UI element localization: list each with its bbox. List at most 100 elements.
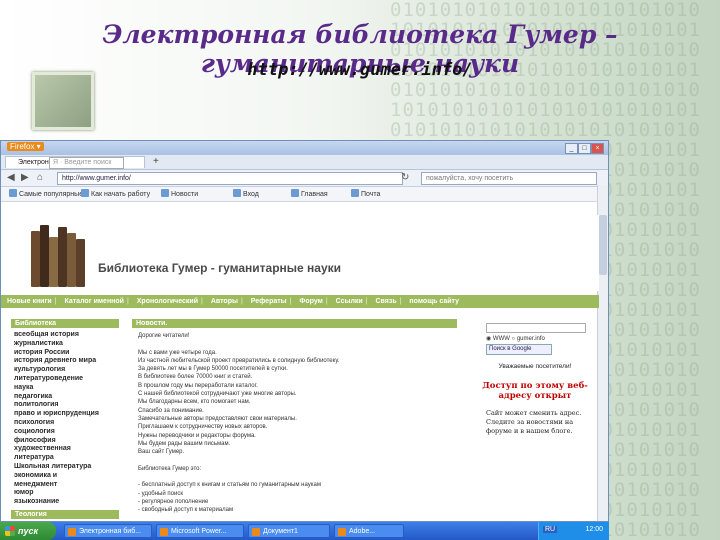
taskbar-item[interactable]: Электронная биб... [64,524,152,538]
bookmark-item[interactable]: Как начать работу [81,189,150,198]
bookmark-item[interactable]: Почта [351,189,380,198]
news-line: Ваш сайт Гумер. [138,449,185,456]
news-line [138,456,457,464]
site-banner: Библиотека Гумер - гуманитарные науки [1,215,599,291]
menu-item[interactable]: Хронологический [137,298,198,305]
sidebar-item[interactable]: политология [14,401,119,410]
address-bar[interactable]: http://www.gumer.info/ [57,172,403,185]
google-search-button[interactable]: Поиск в Google [486,344,552,355]
bookmark-item[interactable]: Новости [161,189,198,198]
sidebar-item[interactable]: социология [14,428,119,437]
language-indicator[interactable]: RU [543,526,558,533]
news-line: В прошлом году мы переработали каталог. [138,382,258,389]
sidebar-item[interactable]: наука [14,384,119,393]
navigation-bar: ◀ ▶ ⌂ http://www.gumer.info/ ↻ пожалуйст… [1,170,608,187]
menu-item[interactable]: Ссылки [336,298,363,305]
notice-heading: Уважаемые посетители! [498,363,572,370]
site-search-input[interactable] [486,323,586,333]
menu-item[interactable]: Связь [376,298,397,305]
news-line: Из частной любительской проект превратил… [138,357,340,364]
menu-item[interactable]: Форум [299,298,322,305]
sidebar-item[interactable]: менеджмент [14,481,119,490]
news-line: С нашей библиотекой сотрудничают уже мно… [138,391,297,398]
sidebar-item[interactable]: художественная [14,445,119,454]
news-header: Новости. [132,319,457,328]
right-sidebar: ◉ WWW ○ gumer.info Поиск в Google Уважае… [482,319,588,521]
clock: 12:00 [585,526,603,533]
minimize-icon[interactable]: _ [565,143,578,154]
sidebar-item[interactable]: журналистика [14,340,119,349]
books-logo [31,221,89,287]
news-line: Библиотека Гумер это: [138,465,202,472]
sidebar-item[interactable]: литература [14,454,119,463]
sidebar-item[interactable]: история древнего мира [14,357,119,366]
sidebar-item[interactable]: история России [14,349,119,358]
firefox-menu-button[interactable]: Firefox ▾ [7,142,44,151]
menu-item[interactable]: Новые книги [7,298,52,305]
sidebar-item[interactable]: экономика и [14,472,119,481]
start-button[interactable]: пуск [0,522,56,540]
yandex-toolbar: Я · Введите поиск [9,156,591,170]
slide-url: http://www.gumer.info/ [247,60,473,80]
news-line [138,340,457,348]
sidebar-header-theology[interactable]: Теология [11,510,119,519]
sidebar-item[interactable]: юмор [14,489,119,498]
sidebar-item[interactable]: психология [14,419,119,428]
site-menu: Новые книги | Каталог именной | Хронологич… [1,295,599,308]
news-line: Спасибо за понимание. [138,407,204,414]
back-arrow-icon[interactable]: ◀ [7,172,15,183]
news-line: - свободный доступ к материалам [138,507,234,514]
browser-search-input[interactable]: пожалуйста, хочу посетить [421,172,597,185]
scrollbar-thumb[interactable] [599,215,607,275]
news-line: - регулярное пополнение [138,498,209,505]
site-title: Библиотека Гумер - гуманитарные науки [98,261,342,275]
taskbar-item[interactable]: Документ1 [248,524,330,538]
sidebar-item[interactable]: Школьная литература [14,463,119,472]
reload-icon[interactable]: ↻ [401,172,409,183]
sidebar-item[interactable]: педагогика [14,393,119,402]
news-line: Дорогие читатели! [138,333,190,339]
windows-taskbar: пуск Электронная биб... Microsoft Power.… [0,522,609,540]
home-icon[interactable]: ⌂ [37,172,43,183]
bookmark-item[interactable]: Главная [291,189,328,198]
sidebar-header: Библиотека [11,319,119,328]
menu-item[interactable]: Авторы [211,298,238,305]
news-line: Замечательные авторы предоставляют свои … [138,415,297,422]
sidebar-item[interactable]: языкознание [14,498,119,507]
browser-window: Firefox ▾ _ □ × Электронная библиотека Г… [0,140,609,522]
sidebar-item[interactable]: философия [14,437,119,446]
decorative-square [32,72,94,130]
maximize-icon[interactable]: □ [578,143,591,154]
sidebar-item[interactable]: культурология [14,366,119,375]
news-line: Нужны переводчики и редакторы форума. [138,432,256,439]
windows-logo-icon [5,526,15,536]
access-notice: Доступ по этому веб-адресу открыт [482,381,588,401]
news-line: - бесплатный доступ к книгам и статьям п… [138,482,321,489]
news-text: Дорогие читатели! Мы с вами уже четыре г… [132,332,457,515]
web-page: Библиотека Гумер - гуманитарные науки Но… [1,215,599,521]
sidebar-list: всеобщая история журналистика история Росс… [14,331,119,507]
sidebar-item[interactable]: право и юриспруденция [14,410,119,419]
news-line: Приглашаем к сотрудничеству новых авторо… [138,424,268,431]
menu-item[interactable]: помощь сайту [409,298,459,305]
news-line: За девять лет мы в Гумер 50000 посетител… [138,366,288,373]
news-line: Мы с вами уже четыре года. [138,349,217,356]
forward-arrow-icon[interactable]: ▶ [21,172,29,183]
menu-item[interactable]: Каталог именной [65,298,124,305]
notice-text: Сайт может сменить адрес. Следите за нов… [486,409,582,435]
bookmark-item[interactable]: Самые популярные [9,189,83,198]
news-line: Мы будем рады вашим письмам. [138,440,231,447]
sidebar-item[interactable]: литературоведение [14,375,119,384]
taskbar-item[interactable]: Microsoft Power... [156,524,244,538]
sidebar-item[interactable]: всеобщая история [14,331,119,340]
browser-titlebar: Firefox ▾ _ □ × [1,141,608,155]
search-scope-radio[interactable]: ◉ WWW ○ gumer.info [486,335,588,342]
news-line: - удобный поиск [138,490,183,497]
taskbar-item[interactable]: Adobe... [334,524,404,538]
news-line: В библиотеке более 70000 книг и статей. [138,374,253,381]
yandex-search-input[interactable]: Я · Введите поиск [49,157,124,169]
close-icon[interactable]: × [591,143,604,154]
menu-item[interactable]: Рефераты [251,298,287,305]
bookmark-item[interactable]: Вход [233,189,259,198]
news-panel: Новости. Дорогие читатели! Мы с вами уже… [132,319,457,521]
